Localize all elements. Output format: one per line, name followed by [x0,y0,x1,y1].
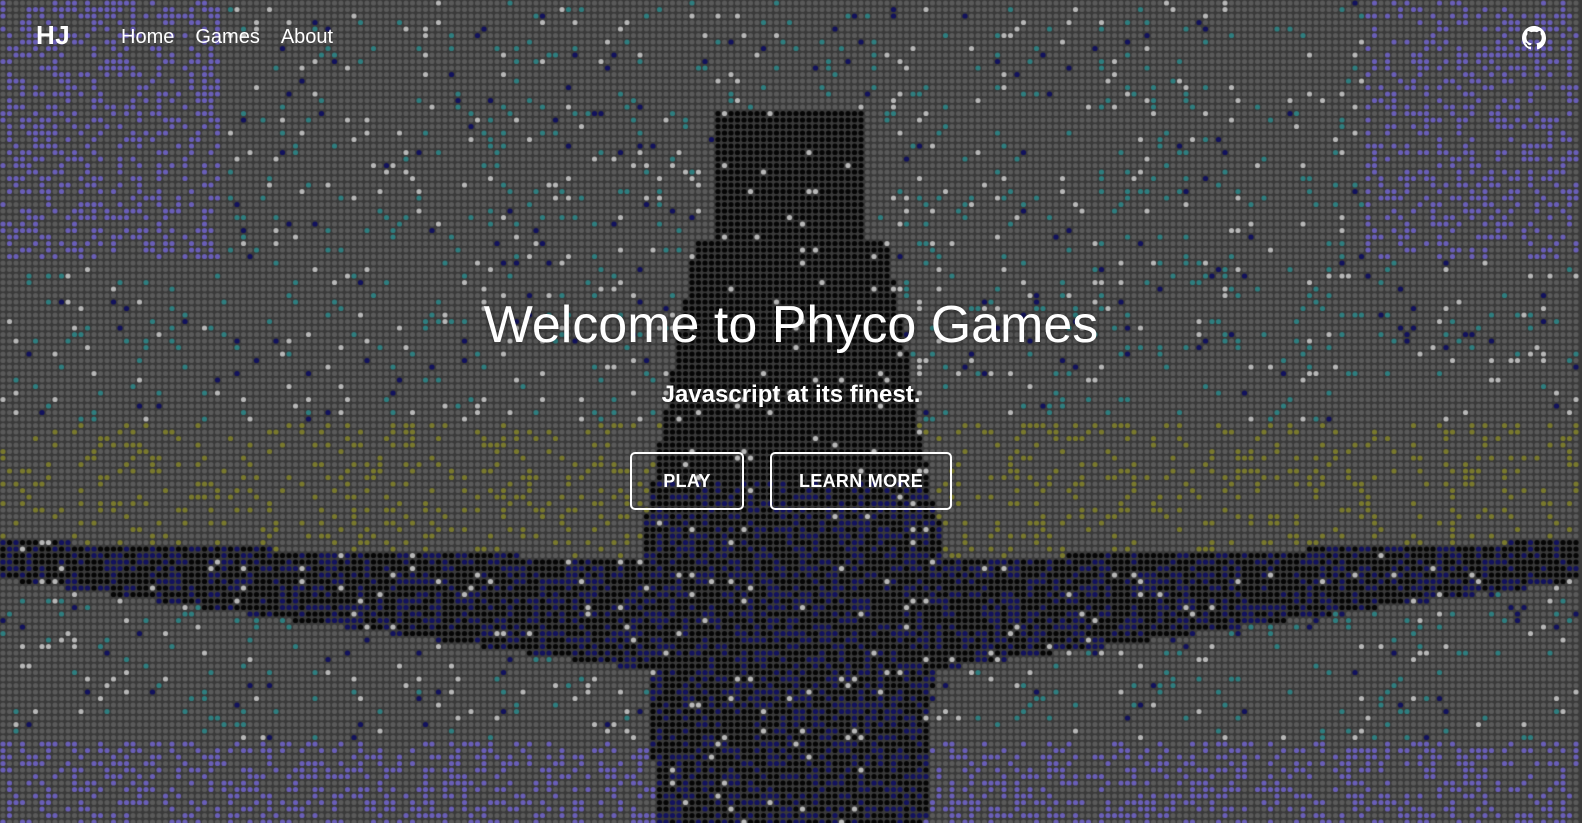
hero-title: Welcome to Phyco Games [483,296,1099,354]
nav-link-about[interactable]: About [281,24,333,50]
brand-logo[interactable]: HJ [36,20,70,51]
navbar: HJ Home Games About [0,0,1582,76]
hero: Welcome to Phyco Games Javascript at its… [0,290,1582,510]
page: HJ Home Games About Welcome to Phyco Gam… [0,0,1582,823]
github-icon[interactable] [1522,26,1546,50]
learn-more-button[interactable]: LEARN MORE [770,452,952,510]
nav-link-home[interactable]: Home [121,24,174,50]
hero-buttons: PLAY LEARN MORE [0,452,1582,510]
play-button[interactable]: PLAY [630,452,744,510]
nav-link-games[interactable]: Games [195,24,259,50]
nav-links: Home Games About [121,24,333,50]
hero-subtitle: Javascript at its finest. [661,381,921,408]
